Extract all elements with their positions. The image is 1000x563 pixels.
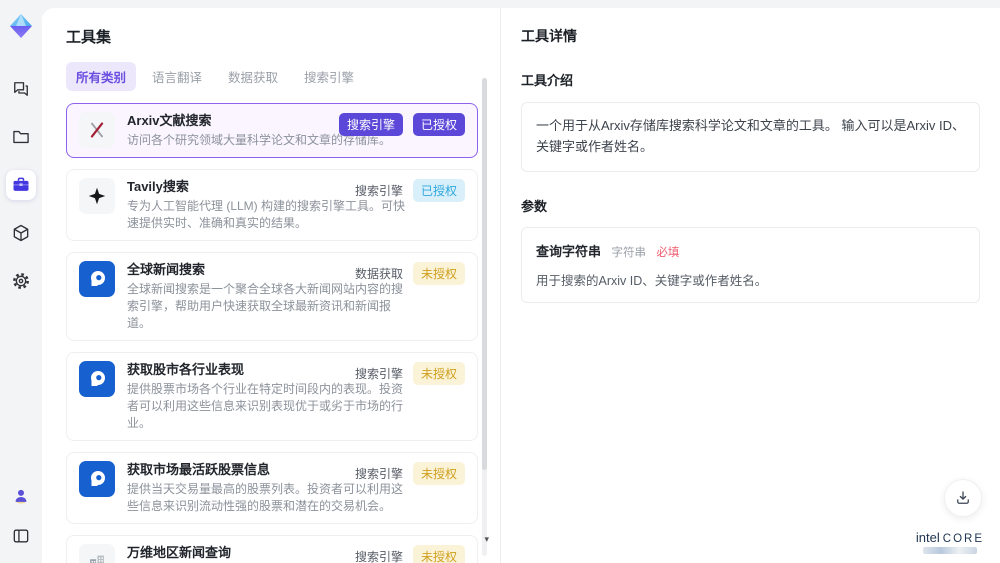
tab-1[interactable]: 语言翻译 [142, 62, 212, 91]
intel-shine-bar [922, 547, 977, 554]
toolbox-icon-active[interactable] [6, 170, 36, 200]
download-button[interactable] [944, 479, 982, 517]
scrollbar-thumb[interactable] [482, 78, 487, 470]
tool-category-badge: 搜索引擎 [354, 184, 403, 198]
param-header: 查询字符串 字符串 必填 [536, 241, 965, 261]
news-icon [79, 361, 115, 397]
rail-nav [6, 74, 36, 296]
tool-description: 提供当天交易量最高的股票列表。投资者可以利用这些信息来识别流动性强的股票和潜在的… [127, 482, 404, 513]
core-brand-text: CORE [942, 533, 984, 545]
chat-icon[interactable] [6, 74, 36, 104]
param-description: 用于搜索的Arxiv ID、关键字或作者姓名。 [536, 273, 768, 288]
tool-card-0[interactable]: Arxiv文献搜索 访问各个研究领域大量科学论文和文章的存储库。 搜索引擎 已授… [66, 103, 478, 158]
tool-card-2[interactable]: 全球新闻搜索 全球新闻搜索是一个聚合全球各大新闻网站内容的搜索引擎，帮助用户快速… [66, 252, 478, 341]
tool-auth-badge: 已授权 [412, 179, 465, 202]
tool-list: Arxiv文献搜索 访问各个研究领域大量科学论文和文章的存储库。 搜索引擎 已授… [66, 103, 478, 563]
tool-card-3[interactable]: 获取股市各行业表现 提供股票市场各个行业在特定时间段内的表现。投资者可以利用这些… [66, 352, 478, 441]
detail-panel: 工具详情 工具介绍 一个用于从Arxiv存储库搜索科学论文和文章的工具。 输入可… [500, 8, 1000, 563]
tool-card-5[interactable]: 万维地区新闻查询 查询具体行政区划内的新闻，快速了解各地新闻动 搜索引擎 未授权 [66, 535, 478, 563]
tool-category-badge: 搜索引擎 [354, 467, 403, 481]
intro-heading: 工具介绍 [521, 73, 574, 88]
category-tabs: 所有类别 语言翻译 数据获取 搜索引擎 [66, 62, 500, 91]
param-required-badge: 必填 [656, 246, 680, 259]
tavily-icon [79, 178, 115, 214]
user-avatar-icon[interactable] [6, 481, 36, 511]
tab-3[interactable]: 搜索引擎 [294, 62, 364, 91]
intel-core-logo: intel CORE [916, 530, 984, 554]
tool-category-badge: 搜索引擎 [338, 113, 403, 136]
intel-brand-text: intel [915, 530, 940, 545]
news-icon [79, 261, 115, 297]
rail-bottom [6, 481, 36, 551]
folder-icon[interactable] [6, 122, 36, 152]
detail-title: 工具详情 [521, 28, 577, 44]
tool-card-1[interactable]: Tavily搜索 专为人工智能代理 (LLM) 构建的搜索引擎工具。可快速提供实… [66, 169, 478, 241]
tool-description: 提供股票市场各个行业在特定时间段内的表现。投资者可以利用这些信息来识别表现优于或… [127, 382, 404, 430]
tools-panel: 工具集 所有类别 语言翻译 数据获取 搜索引擎 Arxiv文献搜索 访问各个研究领域大… [42, 8, 500, 563]
building-icon [79, 544, 115, 563]
page-title: 工具集 [66, 29, 112, 46]
panel-toggle-icon[interactable] [6, 521, 36, 551]
tool-description: 全球新闻搜索是一个聚合全球各大新闻网站内容的搜索引擎，帮助用户快速获取全球最新资… [127, 282, 404, 330]
settings-gear-icon[interactable] [6, 266, 36, 296]
list-scrollbar[interactable] [482, 78, 487, 556]
tool-description: 专为人工智能代理 (LLM) 构建的搜索引擎工具。可快速提供实时、准确和真实的结… [127, 199, 406, 230]
param-name: 查询字符串 [536, 243, 602, 259]
tab-2[interactable]: 数据获取 [218, 62, 288, 91]
app-rail [0, 0, 42, 563]
tool-auth-badge: 未授权 [412, 545, 465, 563]
tab-0[interactable]: 所有类别 [66, 62, 137, 91]
tool-auth-badge: 未授权 [412, 462, 465, 485]
tool-category-badge: 数据获取 [354, 267, 403, 281]
main-window: 工具集 所有类别 语言翻译 数据获取 搜索引擎 Arxiv文献搜索 访问各个研究领域大… [42, 8, 1000, 563]
param-card: 查询字符串 字符串 必填 用于搜索的Arxiv ID、关键字或作者姓名。 [521, 226, 980, 303]
tool-card-4[interactable]: 获取市场最活跃股票信息 提供当天交易量最高的股票列表。投资者可以利用这些信息来识… [66, 452, 478, 524]
arxiv-icon [79, 112, 115, 148]
scroll-down-icon[interactable]: ▾ [484, 534, 489, 545]
params-heading: 参数 [521, 198, 548, 214]
tool-category-badge: 搜索引擎 [354, 367, 403, 381]
app-logo-icon [7, 12, 35, 40]
tool-auth-badge: 未授权 [412, 362, 465, 385]
param-type: 字符串 [611, 246, 646, 259]
intro-box: 一个用于从Arxiv存储库搜索科学论文和文章的工具。 输入可以是Arxiv ID… [521, 102, 980, 172]
tool-auth-badge: 已授权 [412, 113, 465, 136]
tool-category-badge: 搜索引擎 [354, 550, 403, 563]
news-icon [79, 461, 115, 497]
package-icon[interactable] [6, 218, 36, 248]
tool-auth-badge: 未授权 [412, 262, 465, 285]
